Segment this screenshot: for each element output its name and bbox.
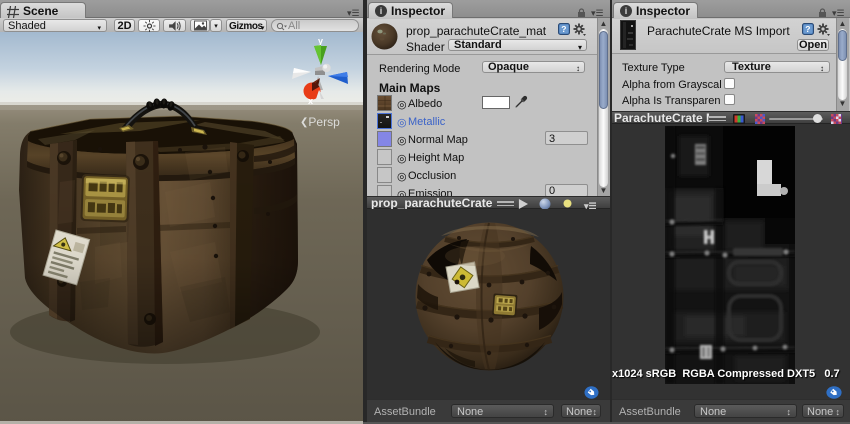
svg-text:y: y — [318, 36, 323, 46]
svg-text:?: ? — [561, 24, 566, 34]
svg-text:?: ? — [805, 24, 810, 34]
svg-text:x: x — [308, 96, 313, 106]
